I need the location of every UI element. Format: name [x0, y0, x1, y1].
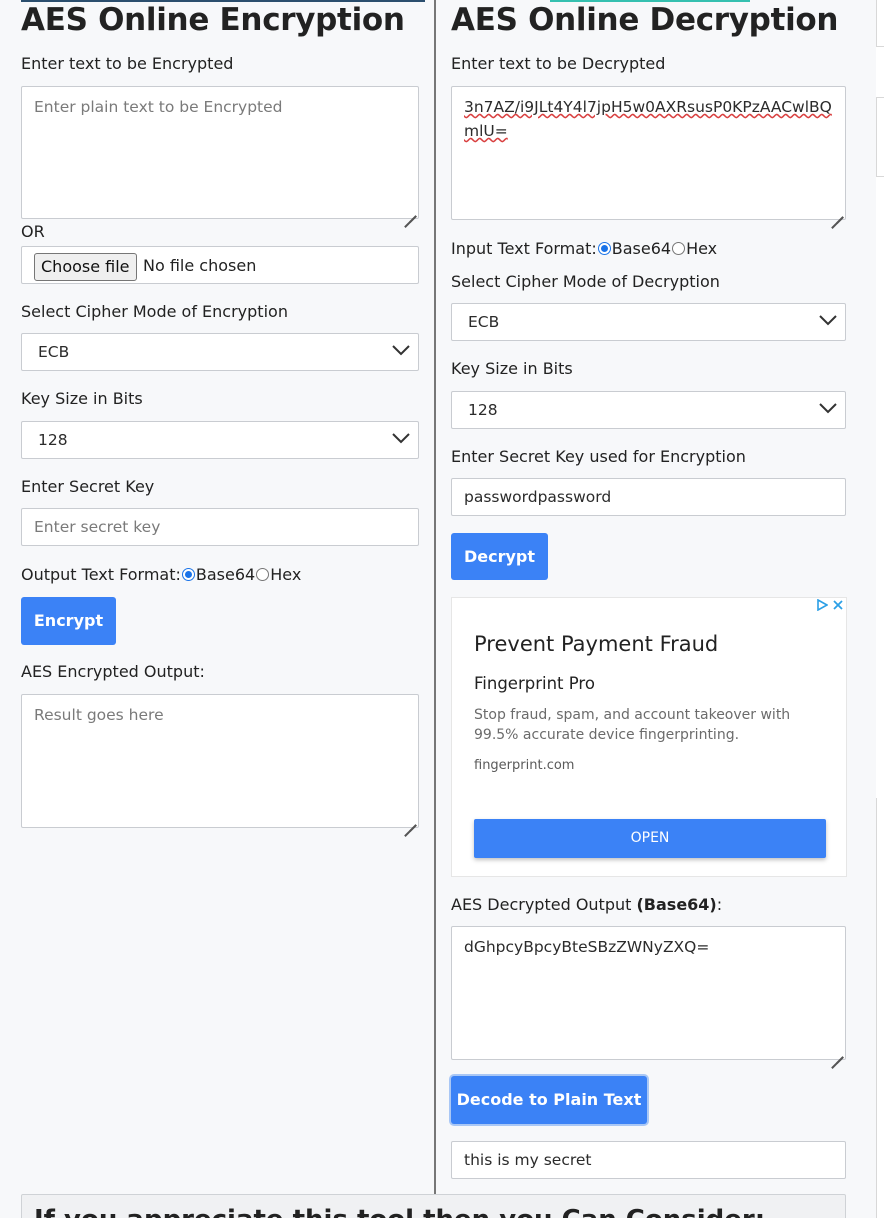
input-format-hex-label: Hex: [686, 239, 718, 258]
resize-handle-icon[interactable]: [402, 811, 416, 825]
input-format-base64-radio[interactable]: [597, 242, 611, 255]
output-format-base64-label: Base64: [195, 565, 256, 584]
output-format-base64-radio[interactable]: [181, 568, 195, 581]
encrypt-mode-value: ECB: [38, 343, 70, 361]
output-format-group: Output Text Format: Base64 Hex: [21, 565, 301, 584]
encrypt-mode-select[interactable]: ECB: [21, 333, 419, 371]
output-format-hex-radio[interactable]: [256, 568, 270, 581]
encrypt-input-textarea[interactable]: Enter plain text to be Encrypted: [21, 86, 419, 219]
decrypt-mode-label: Select Cipher Mode of Decryption: [451, 272, 720, 291]
support-heading: If you appreciate this tool then you Can…: [34, 1205, 765, 1218]
decrypt-key-size-label: Key Size in Bits: [451, 359, 573, 378]
advertisement[interactable]: Prevent Payment Fraud Fingerprint Pro St…: [451, 597, 847, 877]
encrypt-key-size-select[interactable]: 128: [21, 421, 419, 459]
ad-url[interactable]: fingerprint.com: [474, 758, 574, 773]
encrypted-output-placeholder: Result goes here: [34, 706, 164, 724]
decrypt-button[interactable]: Decrypt: [451, 533, 548, 580]
ad-open-button[interactable]: OPEN: [474, 819, 826, 858]
decryption-title: AES Online Decryption: [451, 2, 839, 38]
decrypted-output-label-prefix: AES Decrypted Output: [451, 895, 637, 914]
encrypt-key-size-label: Key Size in Bits: [21, 389, 143, 408]
encrypt-button[interactable]: Encrypt: [21, 597, 116, 645]
adchoices-icon[interactable]: [816, 599, 828, 611]
column-divider: [434, 0, 436, 1196]
encrypt-input-placeholder: Enter plain text to be Encrypted: [34, 98, 283, 116]
ad-brand[interactable]: Fingerprint Pro: [474, 674, 595, 693]
chevron-down-icon: [819, 315, 837, 326]
decode-to-plain-text-button[interactable]: Decode to Plain Text: [451, 1076, 647, 1124]
input-format-base64-label: Base64: [611, 239, 672, 258]
encrypted-output-textarea[interactable]: Result goes here: [21, 694, 419, 828]
ad-headline[interactable]: Prevent Payment Fraud: [474, 632, 718, 656]
decrypt-key-size-select[interactable]: 128: [451, 391, 846, 429]
encrypt-secret-input[interactable]: Enter secret key: [21, 508, 419, 546]
plain-text-value: this is my secret: [464, 1151, 592, 1169]
output-format-label: Output Text Format:: [21, 565, 181, 584]
file-input[interactable]: Choose file No file chosen: [21, 246, 419, 284]
file-status-text: No file chosen: [143, 256, 257, 275]
chevron-down-icon: [392, 433, 410, 444]
encrypt-mode-label: Select Cipher Mode of Encryption: [21, 302, 288, 321]
decrypt-input-textarea[interactable]: 3n7AZ/i9JLt4Y4l7jpH5w0AXRsusP0KPzAACwlBQ…: [451, 86, 846, 220]
choose-file-button[interactable]: Choose file: [34, 253, 137, 281]
decrypt-mode-value: ECB: [468, 313, 500, 331]
decrypt-mode-select[interactable]: ECB: [451, 303, 846, 341]
support-section: If you appreciate this tool then you Can…: [21, 1194, 846, 1218]
encrypt-input-label: Enter text to be Encrypted: [21, 54, 234, 73]
decrypted-output-value: dGhpcyBpcyBteSBzZWNyZXQ=: [464, 938, 710, 956]
decrypt-input-value: 3n7AZ/i9JLt4Y4l7jpH5w0AXRsusP0KPzAACwlBQ…: [464, 98, 832, 140]
encrypt-key-size-value: 128: [38, 431, 68, 449]
output-format-hex-label: Hex: [270, 565, 302, 584]
ad-description: Stop fraud, spam, and account takeover w…: [474, 707, 791, 743]
or-label: OR: [21, 222, 45, 241]
resize-handle-icon[interactable]: [829, 1043, 843, 1057]
right-edge-panel: [876, 0, 884, 1218]
input-format-label: Input Text Format:: [451, 239, 597, 258]
encrypted-output-label: AES Encrypted Output:: [21, 662, 205, 681]
decrypt-secret-value: passwordpassword: [464, 488, 612, 506]
chevron-down-icon: [819, 403, 837, 414]
decrypt-secret-label: Enter Secret Key used for Encryption: [451, 447, 746, 466]
plain-text-output[interactable]: this is my secret: [451, 1141, 846, 1179]
chevron-down-icon: [392, 345, 410, 356]
close-icon[interactable]: [832, 599, 844, 611]
encrypt-secret-placeholder: Enter secret key: [34, 518, 161, 536]
decrypted-output-label-suffix: :: [716, 895, 723, 914]
resize-handle-icon[interactable]: [829, 203, 843, 217]
decrypted-output-textarea[interactable]: dGhpcyBpcyBteSBzZWNyZXQ=: [451, 926, 846, 1060]
decrypt-secret-input[interactable]: passwordpassword: [451, 478, 846, 516]
decrypt-key-size-value: 128: [468, 401, 498, 419]
encryption-title: AES Online Encryption: [21, 2, 405, 38]
ad-choices[interactable]: [816, 599, 844, 611]
input-format-group: Input Text Format: Base64 Hex: [451, 239, 717, 258]
resize-handle-icon[interactable]: [402, 202, 416, 216]
encrypt-secret-label: Enter Secret Key: [21, 477, 155, 496]
input-format-hex-radio[interactable]: [672, 242, 686, 255]
decrypted-output-label: AES Decrypted Output (Base64):: [451, 895, 722, 914]
decrypted-output-format: (Base64): [636, 895, 717, 914]
decrypt-input-label: Enter text to be Decrypted: [451, 54, 666, 73]
